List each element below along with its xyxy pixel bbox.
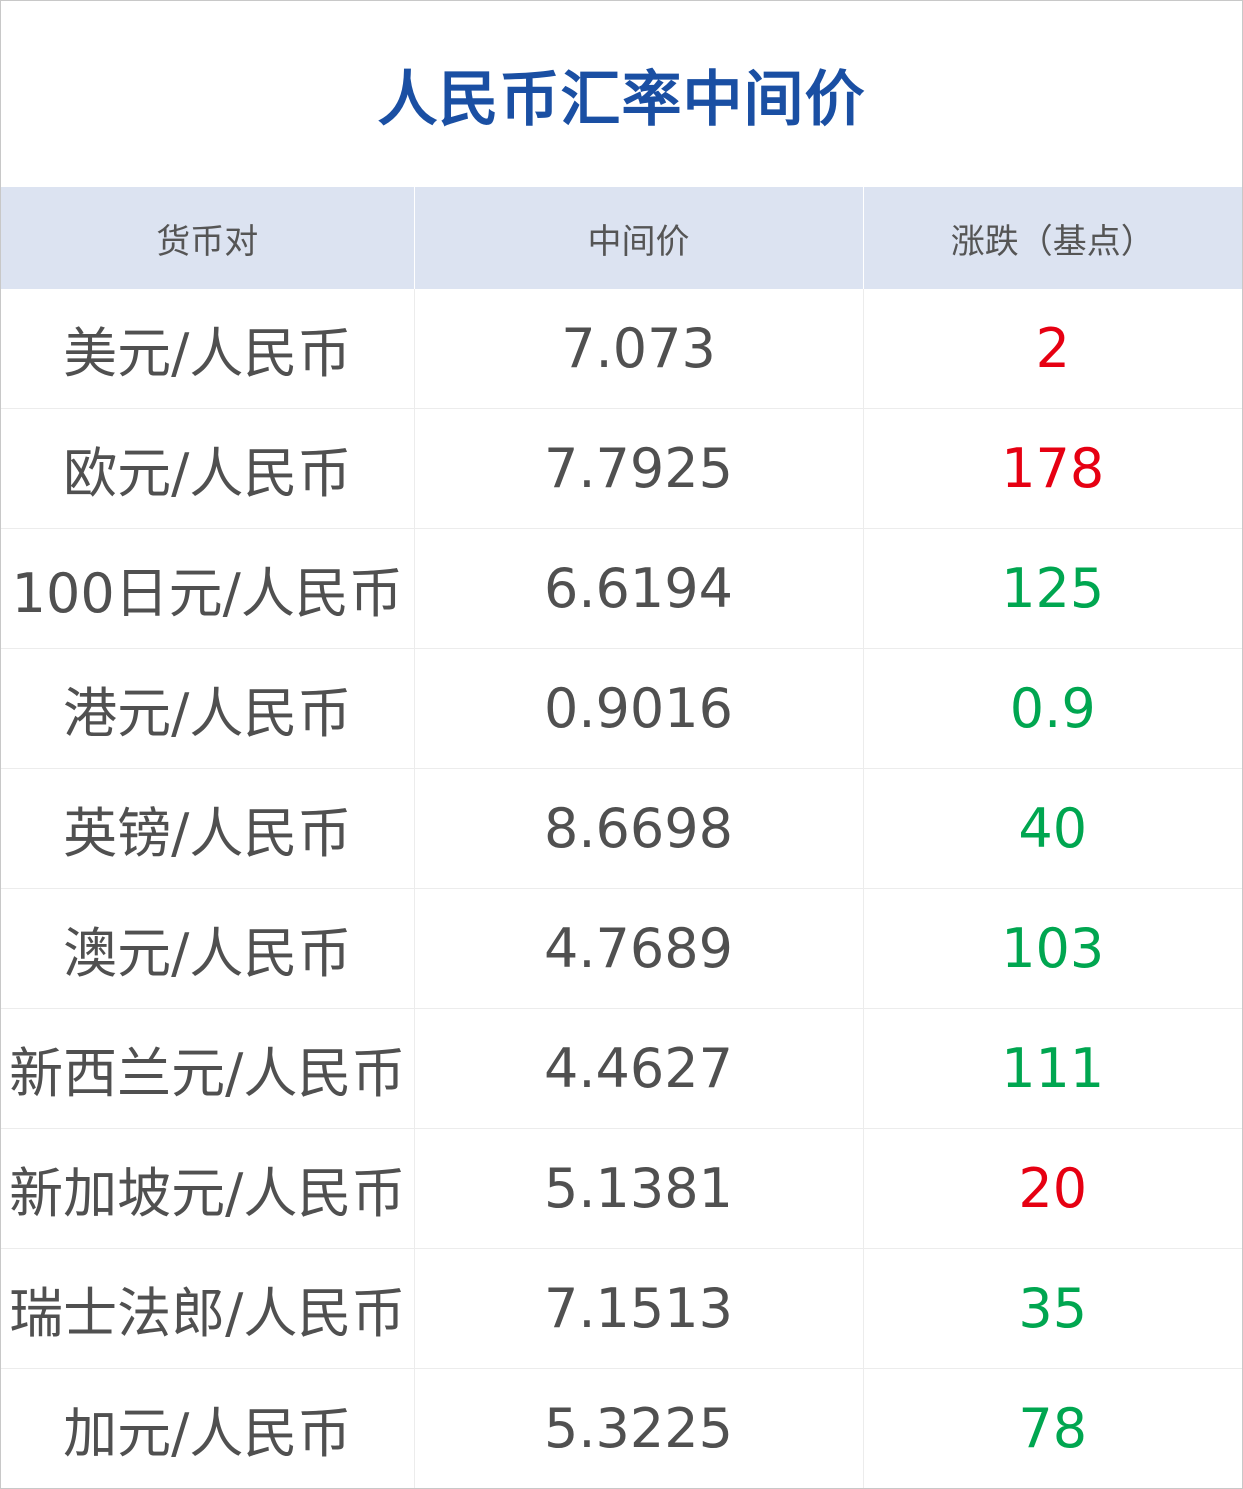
mid-rate: 4.4627	[414, 1008, 864, 1129]
currency-pair: 港元/人民币	[1, 648, 415, 769]
mid-rate: 8.6698	[414, 768, 864, 889]
table-row: 美元/人民币 7.073 2	[1, 289, 1242, 409]
header-mid-rate: 中间价	[414, 187, 864, 289]
mid-rate: 5.1381	[414, 1128, 864, 1249]
table-row: 加元/人民币 5.3225 78	[1, 1368, 1242, 1488]
table-header: 货币对 中间价 涨跌（基点）	[1, 187, 1242, 289]
change-bp: 35	[863, 1248, 1242, 1369]
currency-pair: 加元/人民币	[1, 1368, 415, 1488]
change-bp: 78	[1018, 1397, 1088, 1460]
header-row: 货币对 中间价 涨跌（基点）	[1, 187, 1242, 289]
mid-rate: 4.7689	[414, 888, 864, 1009]
mid-rate: 5.3225	[414, 1368, 864, 1488]
rate-table-card: 人民币汇率中间价 货币对 中间价 涨跌（基点） 美元/人民币 7.073 2 欧…	[0, 0, 1243, 1489]
mid-rate: 7.7925	[414, 408, 864, 529]
mid-rate: 7.1513	[414, 1248, 864, 1369]
header-currency-pair: 货币对	[1, 187, 415, 289]
currency-pair: 新加坡元/人民币	[1, 1128, 415, 1249]
table-row: 100日元/人民币 6.6194 125	[1, 528, 1242, 649]
currency-pair: 欧元/人民币	[1, 408, 415, 529]
change-bp: 0.9	[863, 648, 1242, 769]
table-row: 欧元/人民币 7.7925 178	[1, 408, 1242, 529]
change-bp: 125	[863, 528, 1242, 649]
currency-pair: 澳元/人民币	[1, 888, 415, 1009]
table-row: 新西兰元/人民币 4.4627 111	[1, 1008, 1242, 1129]
page-title: 人民币汇率中间价	[377, 64, 866, 135]
table-body: 美元/人民币 7.073 2 欧元/人民币 7.7925 178 100日元/人…	[1, 289, 1242, 1488]
change-bp: 40	[863, 768, 1242, 889]
change-bp: 103	[863, 888, 1242, 1009]
table-row: 澳元/人民币 4.7689 103	[1, 888, 1242, 1009]
mid-rate: 6.6194	[414, 528, 864, 649]
change-bp: 2	[863, 289, 1242, 409]
currency-pair: 100日元/人民币	[1, 528, 415, 649]
currency-pair: 美元/人民币	[1, 289, 415, 409]
header-change-bp: 涨跌（基点）	[863, 187, 1242, 289]
change-bp: 20	[863, 1128, 1242, 1249]
table-row: 港元/人民币 0.9016 0.9	[1, 648, 1242, 769]
mid-rate: 7.073	[414, 289, 864, 409]
currency-pair: 新西兰元/人民币	[1, 1008, 415, 1129]
change-bp: 111	[863, 1008, 1242, 1129]
currency-pair: 瑞士法郎/人民币	[1, 1248, 415, 1369]
table-row: 英镑/人民币 8.6698 40	[1, 768, 1242, 889]
exchange-rate-table: 货币对 中间价 涨跌（基点） 美元/人民币 7.073 2 欧元/人民币 7.7…	[1, 187, 1242, 1488]
mid-rate: 0.9016	[414, 648, 864, 769]
table-row: 瑞士法郎/人民币 7.1513 35	[1, 1248, 1242, 1369]
change-bp: 178	[863, 408, 1242, 529]
currency-pair: 英镑/人民币	[1, 768, 415, 889]
table-row: 新加坡元/人民币 5.1381 20	[1, 1128, 1242, 1249]
